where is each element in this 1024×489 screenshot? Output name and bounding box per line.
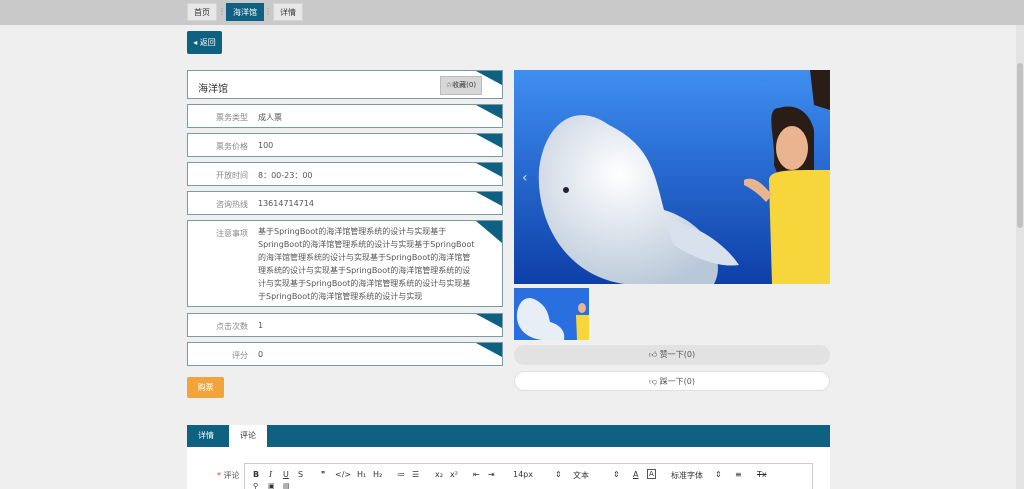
tab-detail[interactable]: 详情: [187, 425, 225, 447]
corner-decoration: [476, 314, 502, 328]
corner-decoration: [476, 221, 502, 243]
chevron-left-icon[interactable]: ‹: [522, 170, 528, 186]
breadcrumb-sep: ⋮: [264, 7, 272, 16]
field-value: 8：00-23：00: [258, 171, 313, 180]
superscript-button[interactable]: x²: [450, 470, 458, 479]
field-clicks: 点击次数 1: [187, 313, 503, 337]
font-color-icon[interactable]: A: [633, 470, 638, 479]
corner-decoration: [476, 192, 502, 206]
underline-button[interactable]: U: [283, 470, 289, 479]
comment-label: * 评论: [217, 470, 240, 481]
breadcrumb-home[interactable]: 首页: [187, 3, 217, 21]
field-ticket-type: 票务类型 成人票: [187, 104, 503, 128]
corner-decoration: [476, 343, 502, 357]
field-score: 评分 0: [187, 342, 503, 366]
corner-decoration: [476, 105, 502, 119]
code-button[interactable]: </>: [335, 470, 351, 479]
dislike-label: 踩一下(0): [659, 377, 695, 386]
top-bar: 首页 ⋮ 海洋馆 ⋮ 详情: [0, 0, 1024, 25]
like-button[interactable]: 👍︎ 赞一下(0): [514, 345, 830, 365]
notes-text: 基于SpringBoot的海洋馆管理系统的设计与实现基于SpringBoot的海…: [258, 227, 475, 301]
field-label: 票务价格: [216, 142, 248, 151]
align-button[interactable]: ≡: [735, 470, 742, 479]
video-icon[interactable]: ▤: [283, 482, 290, 489]
buy-button[interactable]: 购票: [187, 377, 224, 398]
tab-bar: 详情 评论: [187, 425, 830, 447]
block-type-select[interactable]: 文本: [573, 470, 589, 481]
bold-button[interactable]: B: [253, 470, 259, 479]
field-label: 开放时间: [216, 171, 248, 180]
outdent-button[interactable]: ⇤: [473, 470, 480, 479]
field-hotline: 咨询热线 13614714714: [187, 191, 503, 215]
thumb-down-icon: 👎︎: [648, 377, 660, 386]
favorite-button[interactable]: ☆收藏(0): [440, 76, 482, 95]
field-label: 注意事项: [216, 229, 248, 238]
back-button[interactable]: ◂ 返回: [187, 31, 222, 54]
comment-label-text: 评论: [223, 471, 240, 480]
scrollbar[interactable]: [1016, 25, 1024, 489]
link-icon[interactable]: ⚲: [253, 482, 258, 489]
bullet-list-button[interactable]: ☰: [412, 470, 419, 479]
breadcrumb-detail[interactable]: 详情: [273, 3, 303, 21]
subscript-button[interactable]: x₂: [435, 470, 443, 479]
scroll-thumb[interactable]: [1017, 63, 1023, 228]
thumb-up-icon: 👍︎: [648, 350, 660, 359]
font-size-select[interactable]: 14px: [513, 470, 533, 479]
field-value: 1: [258, 321, 264, 330]
field-label: 咨询热线: [216, 200, 248, 209]
h2-button[interactable]: H₂: [373, 470, 382, 479]
comment-editor[interactable]: B I U S ❞ </> H₁ H₂ ≔ ☰ x₂ x² ⇤ ⇥ 14px ⇕…: [244, 463, 813, 489]
italic-button[interactable]: I: [269, 470, 272, 479]
tab-comment[interactable]: 评论: [229, 425, 267, 447]
field-label: 点击次数: [216, 322, 248, 331]
title-field: 海洋馆 ☆收藏(0): [187, 70, 503, 99]
field-label: 评分: [232, 351, 248, 360]
page-title: 海洋馆: [198, 84, 228, 95]
chevron-down-icon: ⇕: [613, 470, 620, 479]
chevron-down-icon: ⇕: [555, 470, 562, 479]
field-notes: 注意事项 基于SpringBoot的海洋馆管理系统的设计与实现基于SpringB…: [187, 220, 503, 307]
like-label: 赞一下(0): [659, 350, 696, 359]
field-value: 100: [258, 141, 274, 150]
breadcrumb-current[interactable]: 海洋馆: [226, 3, 264, 21]
main-image: [514, 70, 830, 284]
chevron-down-icon: ⇕: [715, 470, 722, 479]
image-icon[interactable]: ▣: [268, 482, 275, 489]
indent-button[interactable]: ⇥: [488, 470, 495, 479]
field-open-time: 开放时间 8：00-23：00: [187, 162, 503, 186]
font-family-select[interactable]: 标准字体: [671, 470, 703, 481]
dislike-button[interactable]: 👎︎ 踩一下(0): [514, 371, 830, 391]
field-value: 0: [258, 350, 264, 359]
corner-decoration: [476, 163, 502, 177]
field-ticket-price: 票务价格 100: [187, 133, 503, 157]
field-label: 票务类型: [216, 113, 248, 122]
quote-button[interactable]: ❞: [321, 470, 325, 479]
field-value: 13614714714: [258, 199, 314, 208]
thumbnail-image[interactable]: [514, 288, 589, 340]
ordered-list-button[interactable]: ≔: [397, 470, 405, 479]
clear-format-button[interactable]: Tx: [757, 470, 767, 479]
background-color-icon[interactable]: A: [647, 469, 656, 479]
strike-button[interactable]: S: [298, 470, 303, 479]
field-value: 成人票: [258, 113, 282, 122]
corner-decoration: [476, 134, 502, 148]
breadcrumb-sep: ⋮: [218, 7, 226, 16]
h1-button[interactable]: H₁: [357, 470, 366, 479]
required-mark: *: [217, 471, 221, 480]
